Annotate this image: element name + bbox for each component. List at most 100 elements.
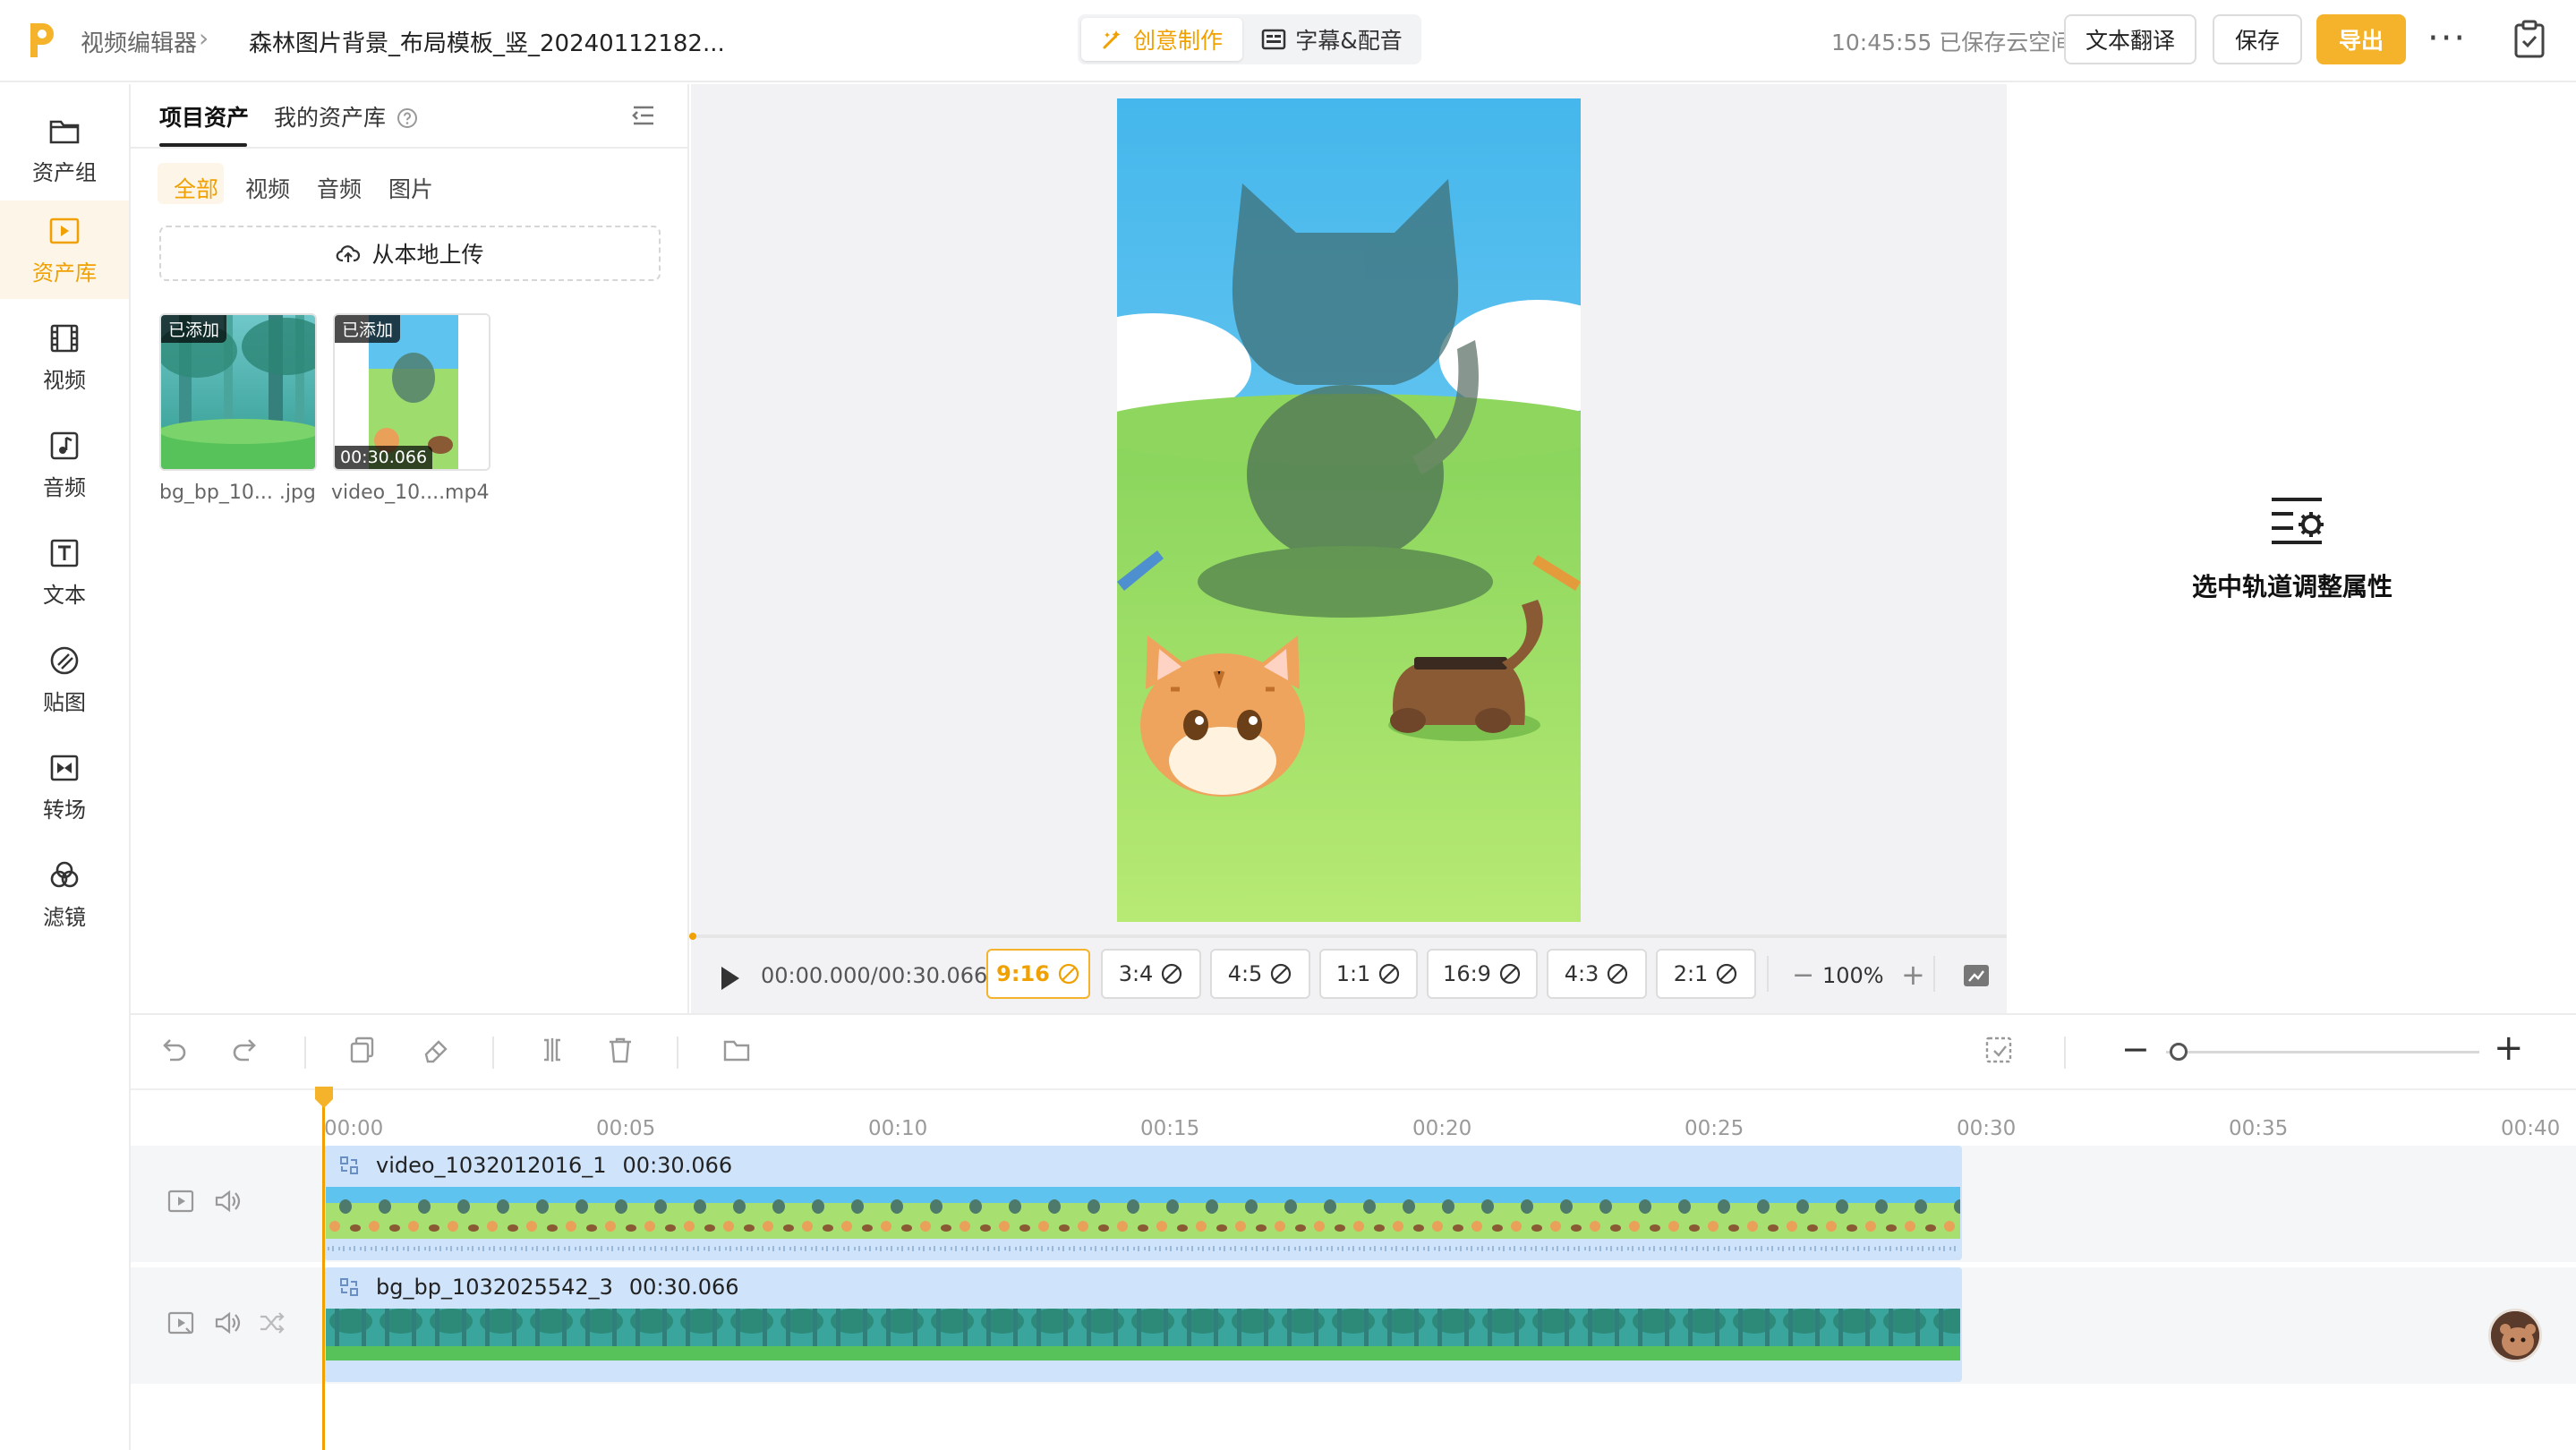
ratio-16-9-button[interactable]: 16:9 bbox=[1427, 949, 1538, 999]
timeline-zoom-handle[interactable] bbox=[2170, 1043, 2188, 1061]
ratio-1-1-button[interactable]: 1:1 bbox=[1319, 949, 1418, 999]
shuffle-icon[interactable] bbox=[258, 1309, 286, 1337]
filter-audio[interactable]: 音频 bbox=[317, 172, 362, 204]
rail-item-video[interactable]: 视频 bbox=[0, 308, 129, 406]
subtitle-icon bbox=[1262, 29, 1286, 50]
rail-label: 资产组 bbox=[32, 159, 97, 185]
ratio-4-3-button[interactable]: 4:3 bbox=[1547, 949, 1647, 999]
tab-my-library[interactable]: 我的资产库 bbox=[274, 100, 418, 132]
playback-progress-track[interactable] bbox=[691, 934, 2007, 938]
ratio-4-5-button[interactable]: 4:5 bbox=[1210, 949, 1310, 999]
replace-icon[interactable] bbox=[338, 1276, 360, 1298]
tick-label: 00:05 bbox=[596, 1117, 656, 1140]
playback-progress-handle[interactable] bbox=[689, 933, 696, 940]
rail-item-asset-library[interactable]: 资产库 bbox=[0, 200, 129, 299]
preview-canvas[interactable] bbox=[1117, 98, 1581, 922]
upload-local-button[interactable]: 从本地上传 bbox=[159, 226, 661, 281]
export-button[interactable]: 导出 bbox=[2316, 14, 2406, 64]
playhead[interactable] bbox=[322, 1092, 325, 1450]
filter-video[interactable]: 视频 bbox=[245, 172, 290, 204]
clip-header: bg_bp_1032025542_3 00:30.066 bbox=[338, 1275, 739, 1300]
clip-video[interactable]: video_1032012016_1 00:30.066 bbox=[324, 1146, 1962, 1260]
folder-icon[interactable] bbox=[721, 1035, 752, 1065]
rail-item-asset-group[interactable]: 资产组 bbox=[0, 100, 129, 199]
timeline-zoom-slider[interactable] bbox=[2166, 1051, 2479, 1053]
play-icon[interactable] bbox=[716, 963, 743, 994]
unlink-icon bbox=[1162, 963, 1182, 985]
delete-icon[interactable] bbox=[605, 1035, 635, 1065]
redo-icon[interactable] bbox=[231, 1035, 261, 1065]
time-ruler[interactable]: 00:00 00:05 00:10 00:15 00:20 00:25 00:3… bbox=[131, 1092, 2576, 1142]
track-row-video: video_1032012016_1 00:30.066 bbox=[131, 1146, 2576, 1262]
tab-creative[interactable]: 创意制作 bbox=[1081, 18, 1242, 61]
collapse-panel-icon[interactable] bbox=[628, 100, 659, 131]
rail-item-sticker[interactable]: 贴图 bbox=[0, 630, 129, 729]
ratio-label: 4:3 bbox=[1564, 961, 1599, 986]
folder-icon bbox=[49, 120, 80, 143]
unlink-icon bbox=[1058, 963, 1079, 985]
video-filmstrip bbox=[326, 1187, 1960, 1239]
snap-grid-icon[interactable] bbox=[1983, 1035, 2014, 1065]
help-circle-icon[interactable] bbox=[397, 107, 418, 129]
filter-circles-icon bbox=[50, 861, 79, 887]
more-icon[interactable]: ··· bbox=[2427, 18, 2467, 59]
video-track-icon[interactable] bbox=[166, 1187, 195, 1215]
asset-thumbnail-video[interactable]: 已添加 00:30.066 bbox=[333, 313, 490, 471]
rail-item-filter[interactable]: 滤镜 bbox=[0, 845, 129, 943]
breadcrumb-root[interactable]: 视频编辑器 bbox=[81, 25, 197, 58]
transition-icon bbox=[50, 755, 79, 780]
save-button[interactable]: 保存 bbox=[2213, 14, 2302, 64]
ratio-label: 16:9 bbox=[1443, 961, 1491, 986]
tab-project-assets[interactable]: 项目资产 bbox=[159, 100, 249, 132]
copy-icon[interactable] bbox=[347, 1035, 378, 1065]
split-icon[interactable] bbox=[537, 1035, 567, 1065]
tick-label: 00:40 bbox=[2501, 1117, 2561, 1140]
top-bar: 视频编辑器 › 森林图片背景_布局模板_竖_20240112182... 创意制… bbox=[0, 0, 2576, 82]
replace-icon[interactable] bbox=[338, 1155, 360, 1176]
zoom-in-button[interactable]: + bbox=[1901, 958, 1925, 992]
image-filmstrip bbox=[326, 1309, 1960, 1360]
rail-item-audio[interactable]: 音频 bbox=[0, 415, 129, 514]
undo-icon[interactable] bbox=[158, 1035, 188, 1065]
clipboard-check-icon[interactable] bbox=[2513, 20, 2546, 59]
playhead-handle[interactable] bbox=[315, 1087, 333, 1108]
asset-filename: video_10....mp4 bbox=[331, 482, 490, 504]
ratio-label: 4:5 bbox=[1227, 961, 1263, 986]
added-badge: 已添加 bbox=[335, 315, 401, 343]
tick-label: 00:00 bbox=[324, 1117, 384, 1140]
audio-waveform bbox=[326, 1244, 1960, 1253]
volume-icon[interactable] bbox=[213, 1187, 242, 1215]
rail-label: 贴图 bbox=[43, 689, 86, 715]
translate-button[interactable]: 文本翻译 bbox=[2064, 14, 2196, 64]
project-title[interactable]: 森林图片背景_布局模板_竖_20240112182... bbox=[249, 25, 725, 58]
filter-image[interactable]: 图片 bbox=[388, 172, 433, 204]
ratio-9-16-button[interactable]: 9:16 bbox=[986, 949, 1090, 999]
tick-label: 00:30 bbox=[1957, 1117, 2017, 1140]
tick-label: 00:15 bbox=[1140, 1117, 1200, 1140]
play-square-icon bbox=[49, 218, 80, 243]
timeline-zoom-in-button[interactable]: + bbox=[2494, 1028, 2524, 1069]
tab-subtitle-dubbing[interactable]: 字幕&配音 bbox=[1248, 18, 1416, 61]
rail-item-text[interactable]: 文本 bbox=[0, 523, 129, 621]
timeline-zoom-out-button[interactable]: − bbox=[2121, 1029, 2150, 1069]
clip-background[interactable]: bg_bp_1032025542_3 00:30.066 bbox=[324, 1267, 1962, 1382]
zoom-out-button[interactable]: − bbox=[1792, 960, 1814, 991]
track-settings-icon bbox=[2272, 498, 2324, 544]
fit-screen-icon[interactable] bbox=[1962, 963, 1991, 988]
asset-panel: 项目资产 我的资产库 全部 视频 音频 图片 从本地上传 已添加 已添加 00:… bbox=[131, 84, 689, 1013]
ratio-2-1-button[interactable]: 2:1 bbox=[1656, 949, 1756, 999]
tab-subtitle-label: 字幕&配音 bbox=[1295, 28, 1403, 54]
eraser-icon[interactable] bbox=[421, 1035, 451, 1065]
unlink-icon bbox=[1499, 963, 1521, 985]
rail-label: 音频 bbox=[43, 474, 86, 500]
asset-thumbnail-bg[interactable]: 已添加 bbox=[159, 313, 317, 471]
video-duration: 00:30.066 bbox=[335, 446, 433, 469]
avatar[interactable] bbox=[2488, 1309, 2542, 1362]
rail-label: 转场 bbox=[43, 797, 86, 823]
image-track-icon[interactable] bbox=[166, 1309, 195, 1337]
volume-icon[interactable] bbox=[213, 1309, 242, 1337]
ratio-3-4-button[interactable]: 3:4 bbox=[1101, 949, 1201, 999]
filter-all[interactable]: 全部 bbox=[174, 172, 218, 204]
app-logo-icon[interactable] bbox=[25, 20, 57, 61]
rail-item-transition[interactable]: 转场 bbox=[0, 738, 129, 836]
